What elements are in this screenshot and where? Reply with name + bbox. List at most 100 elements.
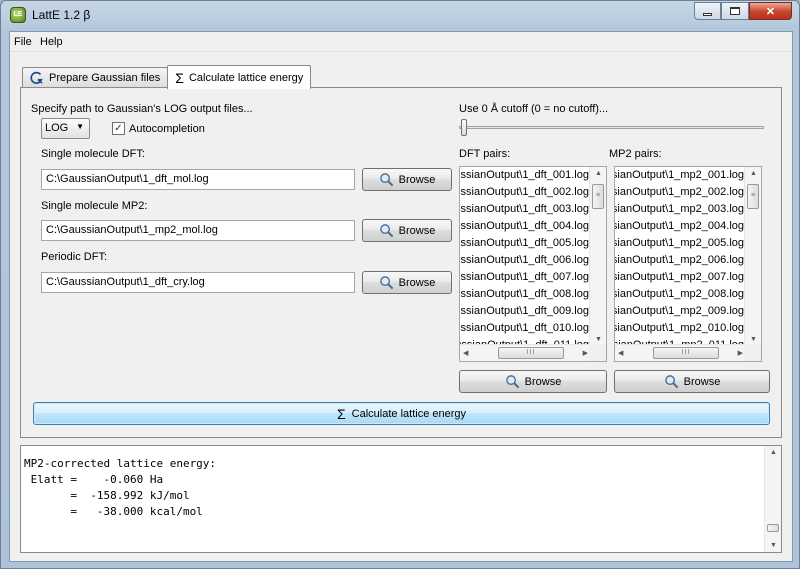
scroll-corner: [589, 344, 606, 361]
scroll-corner: [744, 344, 761, 361]
gaussian-icon: [30, 71, 43, 84]
close-icon: ✕: [765, 5, 776, 18]
scroll-right-icon[interactable]: ▶: [583, 349, 588, 357]
menu-file[interactable]: File: [14, 36, 32, 48]
tab-label: Prepare Gaussian files: [49, 72, 161, 84]
scroll-thumb[interactable]: ≡: [592, 184, 604, 209]
list-item[interactable]: GaussianOutput\1_dft_004.log: [460, 218, 591, 235]
dft-pairs-label: DFT pairs:: [459, 148, 511, 160]
maximize-button[interactable]: [721, 2, 749, 20]
format-select[interactable]: LOG ▼: [41, 118, 90, 139]
single-mp2-browse-button[interactable]: Browse: [362, 219, 452, 242]
client-area: File Help Prepare Gaussian files Σ Calcu…: [9, 31, 793, 562]
magnifier-icon: [379, 224, 393, 238]
browse-label: Browse: [398, 276, 436, 289]
dft-pairs-items: GaussianOutput\1_dft_001.log GaussianOut…: [460, 167, 591, 346]
output-vscroll[interactable]: ▲ ▼: [764, 446, 781, 552]
browse-label: Browse: [524, 375, 562, 388]
menu-bar: File Help: [10, 32, 792, 52]
sigma-icon: Σ: [175, 69, 184, 86]
list-item[interactable]: GaussianOutput\1_dft_009.log: [460, 303, 591, 320]
mp2-pairs-items: GaussianOutput\1_mp2_001.log GaussianOut…: [615, 167, 746, 346]
magnifier-icon: [664, 375, 678, 389]
list-item[interactable]: GaussianOutput\1_dft_008.log: [460, 286, 591, 303]
list-item[interactable]: GaussianOutput\1_mp2_010.log: [615, 320, 746, 337]
single-dft-field[interactable]: C:\GaussianOutput\1_dft_mol.log: [41, 169, 355, 190]
scroll-up-icon[interactable]: ▲: [750, 170, 757, 177]
output-text: MP2-corrected lattice energy: Elatt = -0…: [24, 456, 216, 520]
list-item[interactable]: GaussianOutput\1_dft_007.log: [460, 269, 591, 286]
scroll-up-icon[interactable]: ▲: [770, 449, 777, 456]
close-button[interactable]: ✕: [749, 2, 792, 20]
list-item[interactable]: GaussianOutput\1_mp2_006.log: [615, 252, 746, 269]
dft-pairs-browse-button[interactable]: Browse: [459, 370, 607, 393]
list-item[interactable]: GaussianOutput\1_mp2_004.log: [615, 218, 746, 235]
magnifier-icon: [505, 375, 519, 389]
periodic-dft-label: Periodic DFT:: [41, 251, 108, 263]
scroll-down-icon[interactable]: ▼: [750, 336, 757, 343]
cutoff-label: Use 0 Å cutoff (0 = no cutoff)...: [459, 103, 609, 115]
cutoff-slider[interactable]: [459, 126, 764, 129]
list-item[interactable]: GaussianOutput\1_mp2_008.log: [615, 286, 746, 303]
tab-strip: Prepare Gaussian files Σ Calculate latti…: [22, 64, 312, 89]
minimize-button[interactable]: [694, 2, 721, 20]
dft-pairs-hscroll[interactable]: ◀ III ▶: [460, 344, 591, 361]
scroll-down-icon[interactable]: ▼: [770, 542, 777, 549]
periodic-dft-browse-button[interactable]: Browse: [362, 271, 452, 294]
browse-label: Browse: [398, 173, 436, 186]
list-item[interactable]: GaussianOutput\1_dft_002.log: [460, 184, 591, 201]
list-item[interactable]: GaussianOutput\1_dft_010.log: [460, 320, 591, 337]
scroll-thumb[interactable]: ≡: [747, 184, 759, 209]
list-item[interactable]: GaussianOutput\1_mp2_003.log: [615, 201, 746, 218]
scroll-left-icon[interactable]: ◀: [463, 349, 468, 357]
browse-label: Browse: [683, 375, 721, 388]
list-item[interactable]: GaussianOutput\1_dft_001.log: [460, 167, 591, 184]
list-item[interactable]: GaussianOutput\1_dft_005.log: [460, 235, 591, 252]
list-item[interactable]: GaussianOutput\1_mp2_001.log: [615, 167, 746, 184]
output-line: = -38.000 kcal/mol: [24, 505, 203, 518]
single-mp2-field[interactable]: C:\GaussianOutput\1_mp2_mol.log: [41, 220, 355, 241]
magnifier-icon: [379, 276, 393, 290]
periodic-dft-field[interactable]: C:\GaussianOutput\1_dft_cry.log: [41, 272, 355, 293]
window-title: LattE 1.2 β: [32, 8, 91, 22]
tab-label: Calculate lattice energy: [188, 71, 304, 84]
single-dft-browse-button[interactable]: Browse: [362, 168, 452, 191]
list-item[interactable]: GaussianOutput\1_mp2_002.log: [615, 184, 746, 201]
scroll-thumb[interactable]: [767, 524, 779, 532]
list-item[interactable]: GaussianOutput\1_mp2_005.log: [615, 235, 746, 252]
mp2-pairs-list[interactable]: GaussianOutput\1_mp2_001.log GaussianOut…: [614, 166, 762, 362]
app-window: LE LattE 1.2 β ✕ File Help Prepare Gauss…: [0, 0, 800, 569]
list-item[interactable]: GaussianOutput\1_mp2_009.log: [615, 303, 746, 320]
title-bar[interactable]: LE LattE 1.2 β ✕: [1, 1, 799, 31]
mp2-pairs-browse-button[interactable]: Browse: [614, 370, 770, 393]
list-item[interactable]: GaussianOutput\1_dft_003.log: [460, 201, 591, 218]
list-item[interactable]: GaussianOutput\1_mp2_007.log: [615, 269, 746, 286]
autocompletion-label: Autocompletion: [129, 123, 205, 135]
mp2-pairs-vscroll[interactable]: ▲ ≡ ▼: [744, 167, 761, 346]
sigma-icon: Σ: [337, 405, 346, 422]
scroll-up-icon[interactable]: ▲: [595, 170, 602, 177]
menu-help[interactable]: Help: [40, 36, 63, 48]
tab-prepare-gaussian[interactable]: Prepare Gaussian files: [22, 67, 169, 88]
cutoff-slider-thumb[interactable]: [461, 119, 467, 136]
dft-pairs-vscroll[interactable]: ▲ ≡ ▼: [589, 167, 606, 346]
dft-pairs-list[interactable]: GaussianOutput\1_dft_001.log GaussianOut…: [459, 166, 607, 362]
path-label: Specify path to Gaussian's LOG output fi…: [31, 103, 253, 115]
autocompletion-checkbox[interactable]: ✓: [112, 122, 125, 135]
scroll-left-icon[interactable]: ◀: [618, 349, 623, 357]
scroll-thumb[interactable]: III: [498, 347, 564, 359]
calculate-lattice-energy-button[interactable]: Σ Calculate lattice energy: [33, 402, 770, 425]
calculate-label: Calculate lattice energy: [351, 407, 466, 420]
tab-calculate-lattice[interactable]: Σ Calculate lattice energy: [167, 65, 312, 89]
output-console[interactable]: MP2-corrected lattice energy: Elatt = -0…: [20, 445, 782, 553]
mp2-pairs-hscroll[interactable]: ◀ III ▶: [615, 344, 746, 361]
format-value: LOG: [45, 122, 69, 134]
minimize-icon: [703, 12, 712, 16]
scroll-right-icon[interactable]: ▶: [738, 349, 743, 357]
app-icon: LE: [10, 7, 26, 23]
chevron-down-icon: ▼: [76, 122, 84, 131]
single-mp2-label: Single molecule MP2:: [41, 200, 148, 212]
list-item[interactable]: GaussianOutput\1_dft_006.log: [460, 252, 591, 269]
scroll-down-icon[interactable]: ▼: [595, 336, 602, 343]
scroll-thumb[interactable]: III: [653, 347, 719, 359]
